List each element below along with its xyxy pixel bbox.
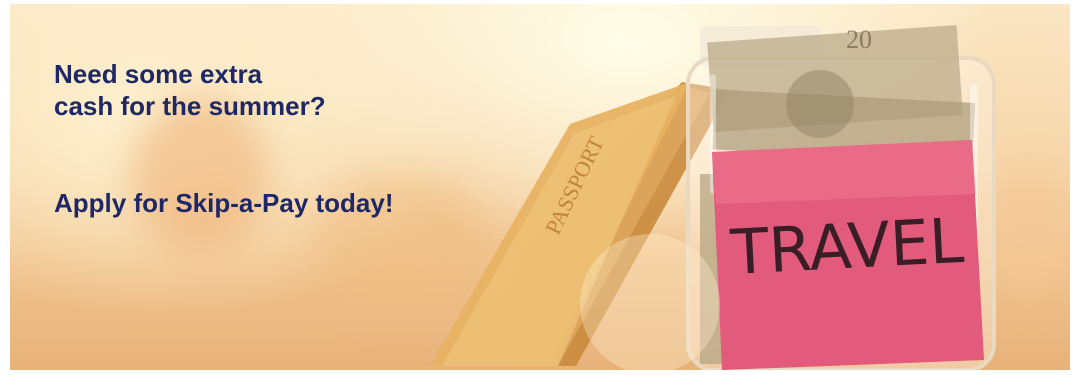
headline-line-2: cash for the summer? [54,91,326,121]
headline-line-1: Need some extra [54,59,263,89]
cta-text[interactable]: Apply for Skip-a-Pay today! [54,187,394,219]
travel-label-text: TRAVEL [728,204,966,289]
skip-a-pay-banner[interactable]: PASSPORT 20 TRAVEL Need some extra cash … [10,4,1070,370]
bill-denomination: 20 [846,25,872,54]
headline: Need some extra cash for the summer? [54,58,326,122]
travel-label: TRAVEL [712,140,984,370]
